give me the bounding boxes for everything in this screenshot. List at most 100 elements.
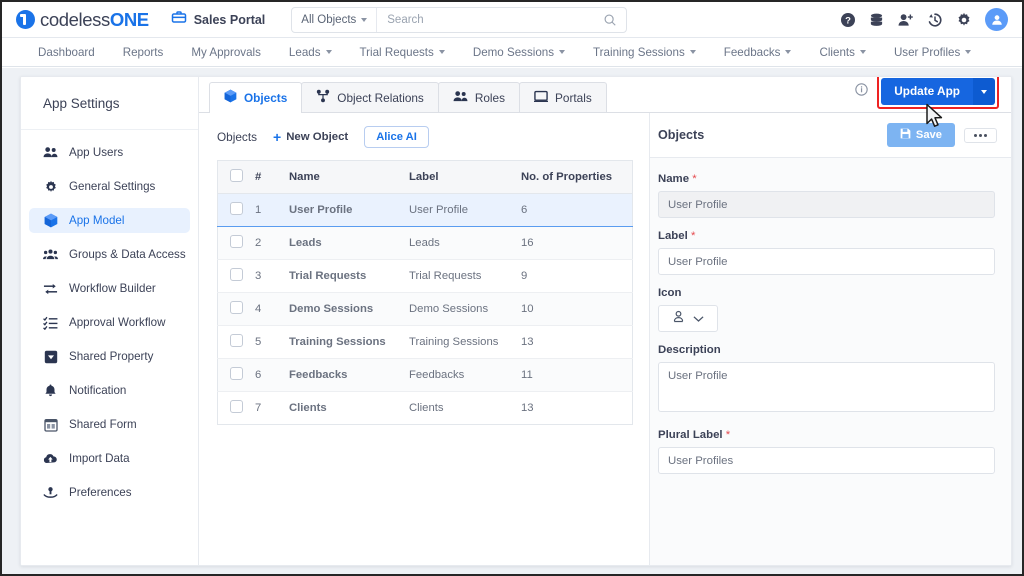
tab-bar: Objects Object Relations Roles Portals U… [199,77,1011,127]
checklist-icon [43,316,58,330]
row-checkbox-cell [217,292,249,326]
nav-item-user-profiles[interactable]: User Profiles [880,38,985,66]
table-row[interactable]: 7 Clients Clients 13 [217,391,633,425]
select-all-header [217,160,249,194]
required-marker: * [725,429,731,441]
sidebar-item-preferences[interactable]: Preferences [29,480,190,505]
row-name-link[interactable]: Feedbacks [283,358,403,392]
chevron-down-icon [559,50,566,54]
table-row[interactable]: 6 Feedbacks Feedbacks 11 [217,358,633,392]
name-input[interactable] [658,191,995,218]
add-user-icon[interactable] [897,12,914,28]
table-header-row: # Name Label No. of Properties [217,160,633,194]
row-checkbox[interactable] [230,268,243,281]
row-checkbox[interactable] [230,367,243,380]
sidebar-list: App Users General Settings App Model Gro… [21,130,198,505]
nav-item-feedbacks[interactable]: Feedbacks [710,38,806,66]
help-icon[interactable]: ? [840,12,856,28]
nav-item-leads[interactable]: Leads [275,38,346,66]
row-checkbox-cell [217,259,249,293]
sidebar-item-groups-data-access[interactable]: Groups & Data Access [29,242,190,267]
table-row[interactable]: 5 Training Sessions Training Sessions 13 [217,325,633,359]
row-properties-count: 10 [515,292,633,326]
row-checkbox[interactable] [230,400,243,413]
sidebar-item-app-users[interactable]: App Users [29,140,190,165]
form-icon [43,418,58,432]
save-icon [900,128,911,142]
group-icon [43,248,58,261]
nav-item-my-approvals[interactable]: My Approvals [177,38,275,66]
sidebar-item-shared-form[interactable]: Shared Form [29,412,190,437]
sidebar-item-workflow-builder[interactable]: Workflow Builder [29,276,190,301]
cube-icon [224,89,237,106]
avatar[interactable] [985,8,1008,31]
history-icon[interactable] [927,12,943,28]
content-card: App Settings App Users General Settings … [20,76,1012,566]
field-label: Label * [658,230,995,275]
label-input[interactable] [658,248,995,275]
top-bar: codelessONE Sales Portal All Objects ? [2,2,1022,38]
sidebar-item-import-data[interactable]: Import Data [29,446,190,471]
tab-portals[interactable]: Portals [519,82,607,112]
row-checkbox[interactable] [230,301,243,314]
row-number: 5 [249,325,283,359]
nav-item-trial-requests[interactable]: Trial Requests [346,38,459,66]
search-icon[interactable] [603,13,626,27]
row-name-link[interactable]: Training Sessions [283,325,403,359]
chevron-down-icon [981,89,987,94]
row-number: 4 [249,292,283,326]
plural-label-field-label: Plural Label * [658,429,995,441]
cloud-upload-icon [43,452,58,465]
nav-label: Reports [122,45,164,59]
arrows-icon [43,282,58,296]
table-row[interactable]: 3 Trial Requests Trial Requests 9 [217,259,633,293]
table-row[interactable]: 2 Leads Leads 16 [217,226,633,260]
plural-label-input[interactable] [658,447,995,474]
select-all-checkbox[interactable] [230,169,243,182]
tab-object-relations[interactable]: Object Relations [301,82,439,112]
new-object-button[interactable]: + New Object [273,130,348,144]
search-scope-dropdown[interactable]: All Objects [292,7,378,32]
sidebar-item-general-settings[interactable]: General Settings [29,174,190,199]
row-name-link[interactable]: User Profile [283,193,403,227]
description-textarea[interactable] [658,362,995,412]
search-input[interactable] [377,7,604,32]
gear-icon[interactable] [956,12,972,28]
icon-select[interactable] [658,305,718,332]
table-row[interactable]: 4 Demo Sessions Demo Sessions 10 [217,292,633,326]
search-bar[interactable]: All Objects [291,6,628,33]
update-app-button[interactable]: Update App [881,78,995,105]
nav-item-clients[interactable]: Clients [805,38,879,66]
nav-item-training-sessions[interactable]: Training Sessions [579,38,710,66]
more-options-button[interactable] [964,127,997,143]
dot-icon [974,133,977,137]
row-name-link[interactable]: Trial Requests [283,259,403,293]
row-name-link[interactable]: Demo Sessions [283,292,403,326]
header-label: Label [403,160,515,194]
row-checkbox[interactable] [230,202,243,215]
sidebar-item-approval-workflow[interactable]: Approval Workflow [29,310,190,335]
alice-ai-button[interactable]: Alice AI [364,126,429,148]
nav-item-demo-sessions[interactable]: Demo Sessions [459,38,579,66]
info-icon[interactable] [855,82,868,101]
row-checkbox[interactable] [230,334,243,347]
row-checkbox[interactable] [230,235,243,248]
row-name-link[interactable]: Leads [283,226,403,260]
tab-objects[interactable]: Objects [209,82,303,113]
table-row[interactable]: 1 User Profile User Profile 6 [217,193,633,227]
portal-selector[interactable]: Sales Portal [171,9,265,30]
nav-item-dashboard[interactable]: Dashboard [24,38,109,66]
row-name-link[interactable]: Clients [283,391,403,425]
tab-roles[interactable]: Roles [437,82,521,112]
sidebar-item-notification[interactable]: Notification [29,378,190,403]
person-icon [672,310,685,328]
nav-item-reports[interactable]: Reports [109,38,178,66]
plus-icon: + [273,129,282,145]
sidebar-item-shared-property[interactable]: Shared Property [29,344,190,369]
save-button[interactable]: Save [886,123,955,147]
update-app-dropdown[interactable] [973,78,995,105]
app-logo[interactable]: codelessONE [16,9,149,31]
sidebar-item-app-model[interactable]: App Model [29,208,190,233]
database-icon[interactable] [869,12,884,28]
field-description: Description [658,344,995,417]
